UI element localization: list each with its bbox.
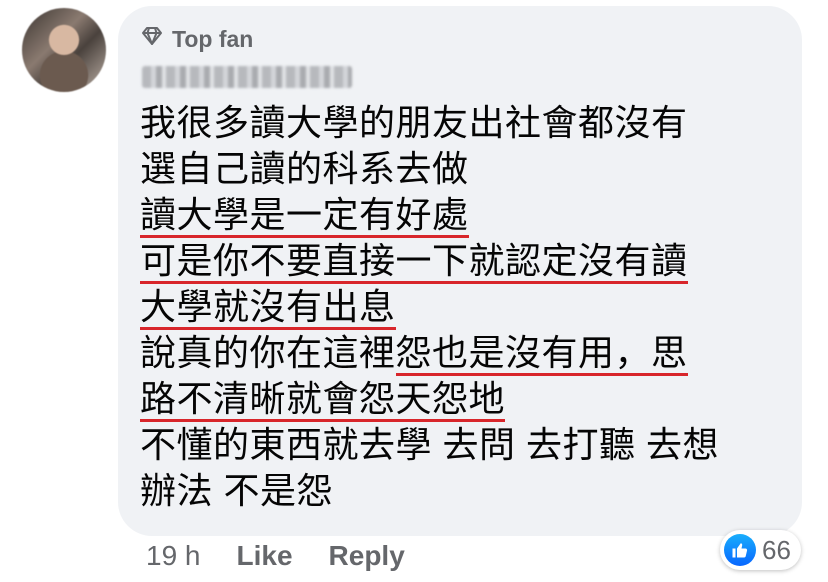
avatar[interactable]: [22, 8, 106, 92]
comment-actions: 19 h Like Reply: [146, 540, 405, 572]
comment-line: 大學就沒有出息: [140, 284, 800, 330]
like-button[interactable]: Like: [237, 540, 293, 572]
underlined-text: 怨也是沒有用，思: [395, 332, 688, 376]
underlined-text: 大學就沒有出息: [140, 286, 396, 330]
reply-button[interactable]: Reply: [329, 540, 405, 572]
comment-line: 路不清晰就會怨天怨地: [140, 376, 800, 422]
underlined-text: 讀大學是一定有好處: [140, 194, 469, 238]
comment-line: 讀大學是一定有好處: [140, 192, 800, 238]
comment-line: 說真的你在這裡怨也是沒有用，思: [140, 330, 800, 376]
comment-line: 我很多讀大學的朋友出社會都沒有: [140, 100, 800, 146]
reaction-summary[interactable]: 66: [720, 530, 801, 570]
author-name-blurred[interactable]: [142, 66, 352, 88]
comment-line: 可是你不要直接一下就認定沒有讀: [140, 238, 800, 284]
comment-text: 我很多讀大學的朋友出社會都沒有 選自己讀的科系去做 讀大學是一定有好處 可是你不要直接…: [140, 100, 800, 514]
comment-text-segment: 辦法 不是怨: [140, 470, 334, 511]
underlined-text: 路不清晰就會怨天怨地: [140, 378, 506, 422]
comment-text-segment: 不懂的東西就去學 去問 去打聽 去想: [140, 424, 720, 465]
comment-text-segment: 我很多讀大學的朋友出社會都沒有: [140, 102, 688, 143]
reaction-count: 66: [762, 534, 791, 565]
comment-line: 選自己讀的科系去做: [140, 146, 800, 192]
badge-label: Top fan: [172, 25, 254, 52]
comment-line: 不懂的東西就去學 去問 去打聽 去想: [140, 422, 800, 468]
comment-text-segment: 選自己讀的科系去做: [140, 148, 469, 189]
comment-text-segment: 說真的你在這裡: [140, 332, 396, 373]
timestamp[interactable]: 19 h: [146, 540, 201, 572]
underlined-text: 可是你不要直接一下就認定沒有讀: [140, 240, 688, 284]
thumbs-up-icon: [724, 534, 756, 566]
top-fan-badge: Top fan: [140, 24, 253, 54]
comment-line: 辦法 不是怨: [140, 468, 800, 514]
diamond-icon: [140, 24, 164, 54]
